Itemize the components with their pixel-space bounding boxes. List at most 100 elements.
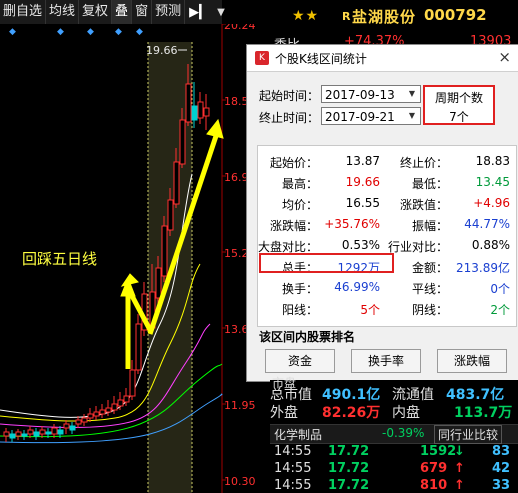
- capital-ranking-button[interactable]: 资金: [265, 349, 335, 373]
- stat-label: 最高：: [281, 177, 318, 191]
- price-adjust-button[interactable]: 复权: [79, 0, 113, 24]
- inner-volume-label: 内盘: [392, 405, 420, 421]
- tick-direction-icon: ↑: [454, 461, 465, 476]
- change-pct-ranking-button[interactable]: 涨跌幅: [437, 349, 507, 373]
- end-time-select[interactable]: 2017-09-21 ▼: [321, 107, 421, 125]
- stat-value: 0个: [490, 282, 510, 296]
- price-label: 10.30: [224, 475, 256, 488]
- stat-value: +4.96: [473, 196, 510, 210]
- overlay-button[interactable]: 叠: [112, 0, 133, 24]
- period-count-value: 7个: [449, 110, 469, 124]
- stat-label: 涨跌值：: [399, 198, 448, 212]
- candle-body-11: [69, 425, 76, 431]
- end-time-label: 终止时间：: [259, 111, 320, 125]
- tick-time: 14:55: [274, 461, 312, 476]
- outer-volume-label: 外盘: [270, 405, 298, 421]
- candle-body-33: [203, 107, 210, 117]
- tick-volume: 679: [420, 461, 448, 476]
- candle-body-7: [45, 431, 52, 435]
- tick-time: 14:55: [274, 478, 312, 493]
- chevron-down-icon[interactable]: ▼: [213, 7, 229, 18]
- interval-stats-dialog[interactable]: K 个股K线区间统计 × 起始时间： 2017-09-13 ▼ 终止时间： 20…: [246, 44, 518, 382]
- stat-label: 金额：: [411, 261, 448, 275]
- candle-body-30: [185, 83, 192, 123]
- navigate-end-icon[interactable]: ▶▎: [185, 5, 213, 20]
- period-count-label: 周期个数: [434, 91, 483, 105]
- forecast-button[interactable]: 预测: [152, 0, 186, 24]
- candle-body-4: [27, 429, 34, 435]
- tick-price: 17.72: [328, 444, 370, 459]
- candle-body-10: [63, 423, 70, 429]
- candle-body-18: [111, 403, 118, 411]
- stat-label: 最低：: [411, 177, 448, 191]
- stat-label: 行业对比：: [388, 240, 449, 254]
- inner-volume-value: 113.7万: [454, 405, 513, 421]
- quote-panel: 市盘 总市值 490.1亿 流通值 483.7亿 外盘 82.26万 内盘 11…: [270, 376, 518, 493]
- total-cap-label: 总市值: [270, 387, 312, 403]
- candle-body-2: [15, 431, 22, 437]
- tick-count: 42: [492, 461, 511, 476]
- tick-time: 14:55: [274, 444, 312, 459]
- chart-toolbar: 删自选 均线 复权 叠 窗 预测 ▶▎ ▼: [0, 0, 225, 25]
- stat-value: 2个: [490, 303, 510, 317]
- candle-body-22: [135, 323, 142, 371]
- stat-label: 涨跌幅：: [269, 219, 318, 233]
- candle-body-8: [51, 427, 58, 435]
- turnover-ranking-button[interactable]: 换手率: [351, 349, 421, 373]
- window-button[interactable]: 窗: [132, 0, 153, 24]
- stock-name: 盐湖股份: [352, 8, 417, 26]
- float-cap-label: 流通值: [392, 387, 434, 403]
- stat-value: 13.45: [475, 175, 510, 189]
- candle-body-19: [117, 399, 124, 407]
- stock-code: 000792: [424, 6, 487, 24]
- price-label: 11.95: [224, 399, 256, 412]
- tick-count: 83: [492, 444, 511, 459]
- app-logo-icon: K: [255, 51, 269, 65]
- candle-body-13: [81, 417, 88, 423]
- dialog-title-bar[interactable]: K 个股K线区间统计 ×: [247, 45, 518, 72]
- stat-value: 18.83: [475, 154, 510, 168]
- start-time-label: 起始时间：: [259, 89, 320, 103]
- candle-body-20: [123, 395, 130, 403]
- candle-body-26: [161, 225, 168, 277]
- diamond-icon: ◆: [9, 27, 16, 37]
- interval-stats-table: 起始价： 13.87 终止价： 18.83 最高： 19.66 最低： 13.45 均价： 16.…: [257, 145, 517, 327]
- stat-value: 0.88%: [471, 238, 510, 252]
- close-icon[interactable]: ×: [498, 48, 511, 66]
- tick-row: 14:55 17.72 1592 ↓ 83: [270, 444, 518, 462]
- candle-body-0: [3, 431, 10, 437]
- candle-body-15: [93, 411, 100, 417]
- tick-volume: 810: [420, 478, 448, 493]
- candle-body-17: [105, 407, 112, 413]
- industry-row: 化学制品 -0.39% 同行业比较: [270, 424, 518, 444]
- tick-price: 17.72: [328, 478, 370, 493]
- tick-count: 33: [492, 478, 511, 493]
- stat-label: 均价：: [281, 198, 318, 212]
- candle-body-5: [33, 431, 40, 437]
- stat-label: 阳线：: [281, 303, 318, 317]
- industry-compare-button[interactable]: 同行业比较: [434, 425, 503, 444]
- stat-value: 46.99%: [334, 280, 380, 294]
- stat-label: 平线：: [411, 282, 448, 296]
- industry-name[interactable]: 化学制品: [274, 426, 322, 443]
- outer-volume-value: 82.26万: [322, 405, 381, 421]
- period-count-box: 周期个数 7个: [423, 85, 495, 125]
- moving-average-button[interactable]: 均线: [46, 0, 80, 24]
- float-cap-value: 483.7亿: [446, 387, 505, 403]
- chart-annotation: 回踩五日线: [22, 250, 97, 268]
- tick-price: 17.72: [328, 461, 370, 476]
- candle-body-9: [57, 429, 64, 435]
- stat-value: 19.66: [345, 175, 380, 189]
- candle-body-1: [9, 433, 16, 439]
- candle-body-31: [191, 105, 198, 121]
- chevron-down-icon[interactable]: ▼: [405, 86, 419, 102]
- candle-body-14: [87, 413, 94, 419]
- stat-value: +35.76%: [324, 217, 380, 231]
- kline-chart[interactable]: 20.2418.5016.9415.2713.6211.9510.30 ◆ ◆ …: [0, 24, 270, 493]
- candle-body-3: [21, 433, 28, 437]
- chevron-down-icon[interactable]: ▼: [405, 108, 419, 124]
- end-time-value: 2017-09-21: [325, 110, 395, 124]
- remove-watchlist-button[interactable]: 删自选: [0, 0, 47, 24]
- start-time-select[interactable]: 2017-09-13 ▼: [321, 85, 421, 103]
- candle-body-6: [39, 429, 46, 435]
